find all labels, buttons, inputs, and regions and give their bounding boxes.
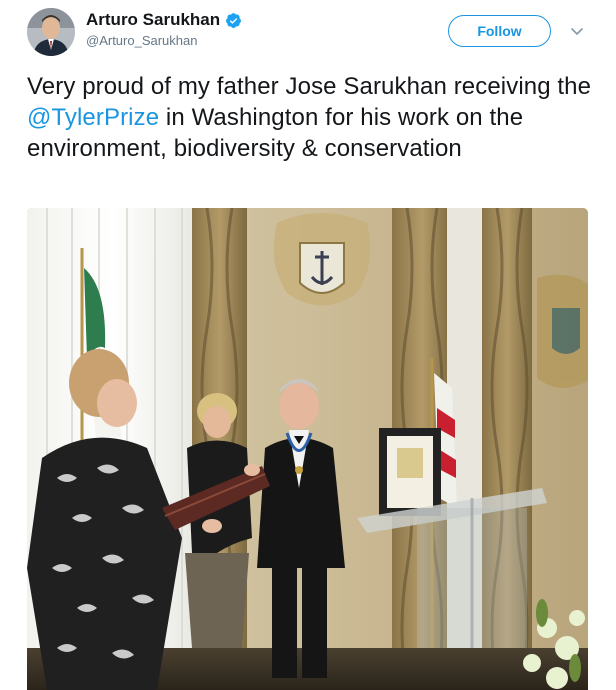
chevron-down-icon[interactable] xyxy=(568,22,586,40)
award-ceremony-photo xyxy=(27,208,588,690)
avatar[interactable] xyxy=(27,8,75,56)
author-name-row[interactable]: Arturo Sarukhan xyxy=(86,10,242,30)
tweet-header: Arturo Sarukhan @Arturo_Sarukhan Follow xyxy=(0,0,616,62)
avatar-photo-icon xyxy=(27,8,75,56)
tweet-text: Very proud of my father Jose Sarukhan re… xyxy=(27,71,602,164)
verified-badge-icon xyxy=(225,12,242,29)
mention-link[interactable]: @TylerPrize xyxy=(27,104,159,131)
author-display-name[interactable]: Arturo Sarukhan xyxy=(86,10,220,30)
follow-button[interactable]: Follow xyxy=(448,15,551,47)
tweet-text-part: Very proud of my father Jose Sarukhan re… xyxy=(27,73,592,100)
tweet-photo[interactable] xyxy=(27,208,588,690)
author-handle[interactable]: @Arturo_Sarukhan xyxy=(86,33,197,48)
